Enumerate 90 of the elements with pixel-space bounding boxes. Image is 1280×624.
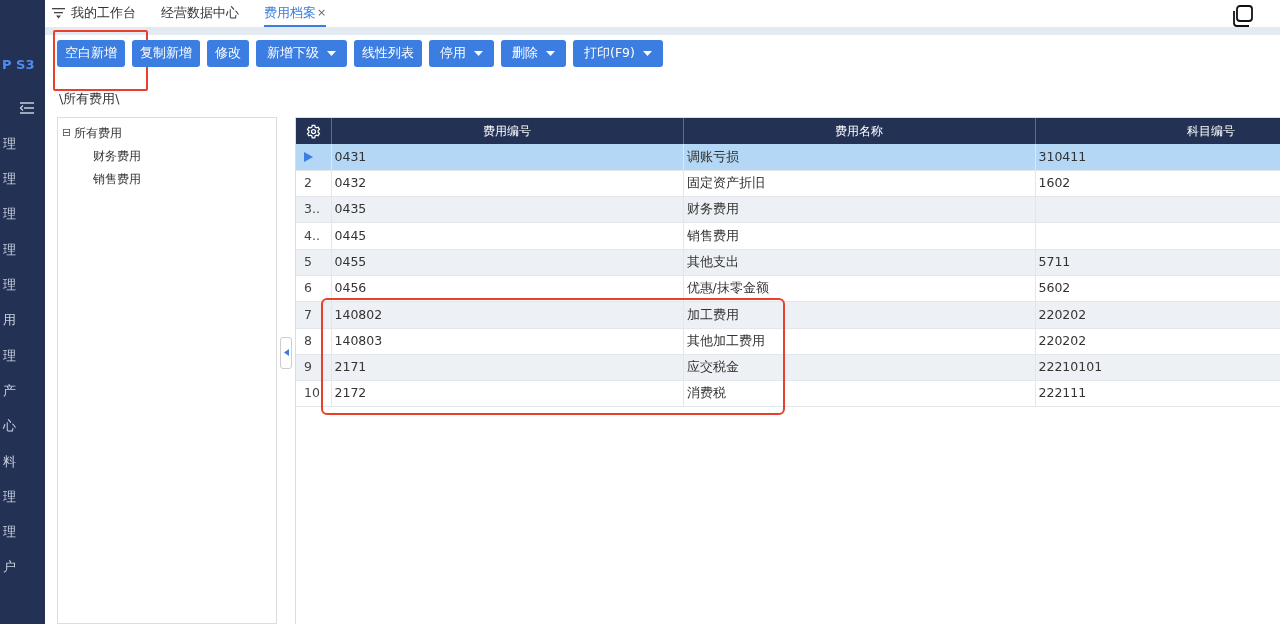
sidebar-menu-item[interactable]: 理	[3, 169, 16, 189]
table-cell: 0455	[334, 253, 367, 269]
column-header[interactable]: 费用编号	[483, 123, 531, 138]
table-cell: 140803	[334, 332, 383, 348]
caret-down-icon	[546, 51, 555, 56]
caret-down-icon	[642, 51, 652, 56]
toolbar-button[interactable]: 停用	[429, 40, 494, 67]
collapse-toggle[interactable]: ⊟	[62, 124, 72, 142]
table-cell: 0432	[334, 175, 367, 191]
row-number: 8	[304, 332, 312, 348]
caret-down-icon	[327, 51, 336, 56]
table-cell: 0445	[334, 227, 367, 243]
sidebar-menu-item[interactable]: 理	[3, 522, 16, 542]
table-cell: 其他支出	[686, 253, 739, 269]
tree-item[interactable]: 所有费用	[74, 124, 123, 142]
table-cell: 222111	[1038, 385, 1087, 401]
close-button[interactable]: ×	[317, 4, 327, 22]
tree-item[interactable]: 销售费用	[93, 169, 141, 188]
table-cell: 310411	[1038, 148, 1087, 164]
toolbar-button[interactable]: 复制新增	[132, 40, 200, 67]
sidebar-menu-item[interactable]: 理	[3, 486, 16, 507]
toolbar-button[interactable]: 删除	[501, 40, 566, 67]
table-cell: 2172	[334, 385, 367, 401]
column-header[interactable]: 费用名称	[835, 123, 883, 138]
table-cell: 1602	[1038, 175, 1071, 191]
caret-left-icon	[283, 349, 289, 356]
table-row[interactable]: 7 140802 加工费用 220202	[296, 301, 1280, 329]
table-row[interactable]: 3.. 0435 财务费用	[296, 196, 1280, 223]
table-cell: 销售费用	[686, 227, 739, 243]
table-cell: 22210101	[1038, 359, 1103, 375]
caret-down-icon	[474, 51, 483, 56]
sidebar-menu-item[interactable]: 理	[3, 133, 16, 154]
table-cell: 5602	[1038, 280, 1071, 296]
toolbar-button[interactable]: 新增下级	[256, 40, 347, 67]
sidebar-menu-item[interactable]: 理	[3, 239, 16, 260]
table-cell: 消费税	[686, 385, 726, 401]
table-cell: 财务费用	[686, 201, 739, 217]
row-number: 6	[304, 280, 312, 296]
collapse-handle[interactable]	[280, 336, 292, 369]
table-row[interactable]: 0431 调账亏损 310411	[296, 144, 1280, 171]
menu-icon[interactable]	[52, 7, 65, 19]
table-cell: 其他加工费用	[686, 332, 765, 348]
sidebar-menu-item[interactable]: 用	[3, 310, 16, 330]
table-cell: 0435	[334, 201, 367, 217]
settings-icon[interactable]	[305, 123, 321, 139]
table-cell: 0456	[334, 280, 367, 296]
toolbar-button[interactable]: 打印(F9)	[573, 40, 663, 67]
column-header[interactable]: 科目编号	[1187, 123, 1235, 138]
sidebar-menu-item[interactable]: 户	[3, 557, 16, 577]
copy-icon[interactable]	[1230, 4, 1254, 28]
tab[interactable]: 我的工作台	[71, 5, 136, 27]
table-row[interactable]: 9 2171 应交税金 22210101	[296, 354, 1280, 381]
sidebar-menu-item[interactable]: 心	[3, 416, 16, 436]
current-row-icon	[304, 151, 313, 162]
table-cell: 0431	[334, 148, 367, 164]
table-row[interactable]: 10 2172 消费税 222111	[296, 380, 1280, 407]
table-row[interactable]: 2 0432 固定资产折旧 1602	[296, 170, 1280, 197]
table-cell: 220202	[1038, 306, 1087, 322]
sidebar-menu-item[interactable]: 理	[3, 275, 16, 295]
sidebar-menu-item[interactable]: 产	[3, 380, 16, 401]
row-number: 4..	[304, 227, 320, 243]
sidebar-menu-item[interactable]: 理	[3, 204, 16, 224]
table-row[interactable]: 5 0455 其他支出 5711	[296, 249, 1280, 276]
row-number: 2	[304, 175, 312, 191]
table-cell: 2171	[334, 359, 367, 375]
tree-item[interactable]: 财务费用	[93, 146, 141, 165]
toolbar-button[interactable]: 空白新增	[57, 40, 125, 67]
row-number: 10	[304, 385, 320, 401]
table-row[interactable]: 4.. 0445 销售费用	[296, 222, 1280, 250]
table-cell: 调账亏损	[686, 148, 739, 164]
row-number: 3..	[304, 201, 320, 217]
toolbar-button[interactable]: 线性列表	[354, 40, 422, 67]
table-cell: 优惠/抹零金额	[686, 280, 769, 296]
table-cell: 固定资产折旧	[686, 175, 765, 191]
table-cell: 140802	[334, 306, 383, 322]
table-cell: 应交税金	[686, 359, 739, 375]
row-number: 5	[304, 253, 312, 269]
menu-collapse-icon[interactable]	[19, 102, 35, 114]
table-cell: 加工费用	[686, 306, 739, 322]
tab[interactable]: 经营数据中心	[161, 5, 239, 27]
breadcrumb: \所有费用\	[59, 91, 120, 106]
table-cell: 5711	[1038, 253, 1071, 269]
toolbar-button[interactable]: 修改	[207, 40, 249, 67]
row-number: 7	[304, 306, 312, 322]
row-number: 9	[304, 359, 312, 375]
table-cell: 220202	[1038, 332, 1087, 348]
sidebar-menu-item[interactable]: 理	[3, 345, 16, 366]
table-row[interactable]: 8 140803 其他加工费用 220202	[296, 328, 1280, 355]
logo-text: P S3	[2, 58, 36, 71]
sidebar-menu-item[interactable]: 料	[3, 451, 16, 472]
